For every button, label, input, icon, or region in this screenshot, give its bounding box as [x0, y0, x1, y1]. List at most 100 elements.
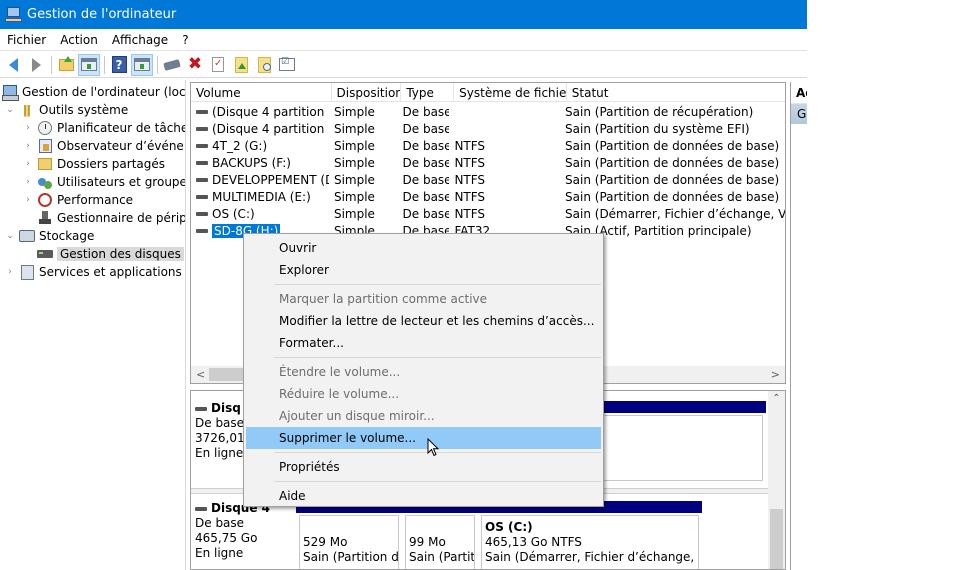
table-row[interactable]: OS (C:) Simple De base NTFS Sain (Démarrer, … [191, 205, 785, 222]
partition-status: Sain (Partition de [303, 550, 399, 564]
mouse-cursor-icon [427, 438, 440, 457]
tree-item-utilisateurs[interactable]: › Utilisateurs et groupes l [22, 173, 185, 191]
show-hide-tree-button[interactable] [78, 53, 100, 76]
disk-icon [195, 406, 207, 411]
help-button[interactable]: ? [108, 54, 130, 76]
partition-block[interactable]: 529 Mo Sain (Partition de [296, 501, 402, 569]
chevron-right-icon[interactable]: › [22, 176, 34, 188]
device-manager-icon [37, 210, 53, 226]
search-icon [257, 56, 271, 73]
computer-icon [2, 84, 19, 101]
actions-item-gestion-disques[interactable]: G [791, 104, 807, 124]
menu-item-supprimer-le-volume[interactable]: Supprimer le volume... [246, 427, 601, 449]
console-tree: Gestion de l'ordinateur (local) ⌄ ǁ Outi… [0, 80, 186, 570]
drive-connect-icon [163, 58, 181, 71]
partition-body: 529 Mo Sain (Partition de [299, 515, 399, 569]
cell-layout: Simple [333, 138, 375, 153]
partition-block[interactable]: OS (C:) 465,13 Go NTFS Sain (Démarrer, F… [478, 501, 702, 569]
menu-item-formater[interactable]: Formater... [246, 332, 601, 354]
tree-item-gestionnaire-peripheriques[interactable]: Gestionnaire de périphé [37, 209, 185, 227]
menu-bar: Fichier Action Affichage ? [0, 29, 807, 51]
cell-type: De base [402, 138, 450, 153]
search-button[interactable] [253, 54, 275, 76]
import-button[interactable] [230, 54, 252, 76]
tree-item-observateur[interactable]: › Observateur d’événeme [22, 137, 185, 155]
menu-help[interactable]: ? [175, 33, 195, 47]
disk-management-icon [37, 246, 53, 262]
tree-label: Planificateur de tâches [57, 121, 186, 135]
column-header-status[interactable]: Statut [567, 83, 785, 102]
menu-affichage[interactable]: Affichage [105, 33, 175, 47]
scroll-left-icon[interactable]: < [196, 368, 205, 381]
menu-fichier[interactable]: Fichier [0, 33, 53, 47]
tree-item-stockage[interactable]: ⌄ Stockage [4, 227, 94, 245]
volume-icon [196, 143, 208, 148]
table-row[interactable]: DEVELOPPEMENT (D:) Simple De base NTFS Sain … [191, 171, 785, 188]
cell-type: De base [402, 172, 450, 187]
partition-body: OS (C:) 465,13 Go NTFS Sain (Démarrer, F… [481, 515, 699, 569]
chevron-down-icon[interactable]: ⌄ [4, 104, 16, 116]
tree-root[interactable]: Gestion de l'ordinateur (local) [2, 83, 185, 101]
back-arrow-icon [8, 57, 18, 72]
tree-item-performance[interactable]: › Performance [22, 191, 133, 209]
cell-volume: (Disque 4 partition 2) [191, 120, 329, 137]
cell-layout: Simple [333, 206, 375, 221]
cell-volume: OS (C:) [191, 205, 329, 222]
partition-body: 99 Mo Sain (Partiti [405, 515, 475, 569]
column-header-disposition[interactable]: Disposition [332, 83, 402, 102]
delete-button[interactable]: ✖ [184, 54, 206, 76]
tree-item-planificateur[interactable]: › Planificateur de tâches [22, 119, 186, 137]
volume-name: MULTIMEDIA (E:) [212, 189, 311, 204]
scroll-right-icon[interactable]: > [771, 368, 780, 381]
properties-icon [212, 57, 224, 72]
menu-item-marquer-la-partition-comme-active: Marquer la partition comme active [279, 292, 488, 306]
table-row[interactable]: 4T_2 (G:) Simple De base NTFS Sain (Partitio… [191, 137, 785, 154]
volume-icon [196, 160, 208, 165]
column-header-type[interactable]: Type [401, 83, 455, 102]
chevron-right-icon[interactable]: › [22, 194, 34, 206]
partition-title [409, 520, 471, 535]
properties-button[interactable] [207, 54, 229, 76]
partition-block[interactable]: 99 Mo Sain (Partiti [402, 501, 478, 569]
chevron-right-icon[interactable]: › [22, 122, 34, 134]
menu-item-aide[interactable]: Aide [246, 485, 601, 507]
tree-item-dossiers-partages[interactable]: › Dossiers partagés [22, 155, 165, 173]
vertical-scrollbar[interactable]: ⌃ [768, 391, 785, 569]
scrollbar-thumb[interactable] [770, 509, 783, 569]
chevron-right-icon[interactable]: › [22, 140, 34, 152]
chevron-down-icon[interactable]: ⌄ [4, 230, 16, 242]
tree-item-services-applications[interactable]: › Services et applications [4, 263, 182, 281]
disk-size: 465,75 Go [195, 531, 258, 545]
tree-item-gestion-disques[interactable]: Gestion des disques [37, 245, 184, 263]
table-row[interactable]: (Disque 4 partition 1) Simple De base Sain … [191, 103, 785, 120]
cell-type: De base [402, 206, 450, 221]
column-header-filesystem[interactable]: Système de fichiers [454, 83, 567, 102]
shared-folder-icon [37, 156, 53, 172]
menu-item-explorer[interactable]: Explorer [246, 259, 601, 281]
cell-volume: 4T_2 (G:) [191, 137, 329, 154]
tree-item-outils-systeme[interactable]: ⌄ ǁ Outils système [4, 101, 128, 119]
disk-row[interactable]: Disque 4 De base 465,75 Go En ligne 529 … [191, 501, 769, 569]
clock-icon [37, 120, 53, 136]
disk-info: Disque 4 De base 465,75 Go En ligne [195, 501, 295, 561]
cell-layout: Simple [333, 104, 375, 119]
forward-button[interactable] [25, 54, 47, 76]
show-hide-action-pane-button[interactable] [131, 53, 153, 76]
chevron-right-icon[interactable]: › [22, 158, 34, 170]
table-row[interactable]: MULTIMEDIA (E:) Simple De base NTFS Sain (Pa… [191, 188, 785, 205]
column-header-volume[interactable]: Volume [191, 83, 332, 102]
table-row[interactable]: BACKUPS (F:) Simple De base NTFS Sain (Parti… [191, 154, 785, 171]
scroll-up-icon[interactable]: ⌃ [768, 393, 785, 404]
checklist-button[interactable] [276, 54, 298, 76]
cell-status: Sain (Partition de récupération) [565, 104, 754, 119]
menu-item-proprietes[interactable]: Propriétés [246, 456, 601, 478]
chevron-right-icon[interactable]: › [4, 266, 16, 278]
menu-item-ouvrir[interactable]: Ouvrir [246, 237, 601, 259]
up-level-button[interactable] [55, 54, 77, 76]
connect-drive-button[interactable] [161, 54, 183, 76]
menu-item-modifier-la-lettre-de-lecteur-et-les-chemins-d-acces[interactable]: Modifier la lettre de lecteur et les che… [246, 310, 601, 332]
partition-size: 99 Mo [409, 535, 446, 549]
back-button[interactable] [2, 54, 24, 76]
table-row[interactable]: (Disque 4 partition 2) Simple De base Sain … [191, 120, 785, 137]
menu-action[interactable]: Action [53, 33, 105, 47]
